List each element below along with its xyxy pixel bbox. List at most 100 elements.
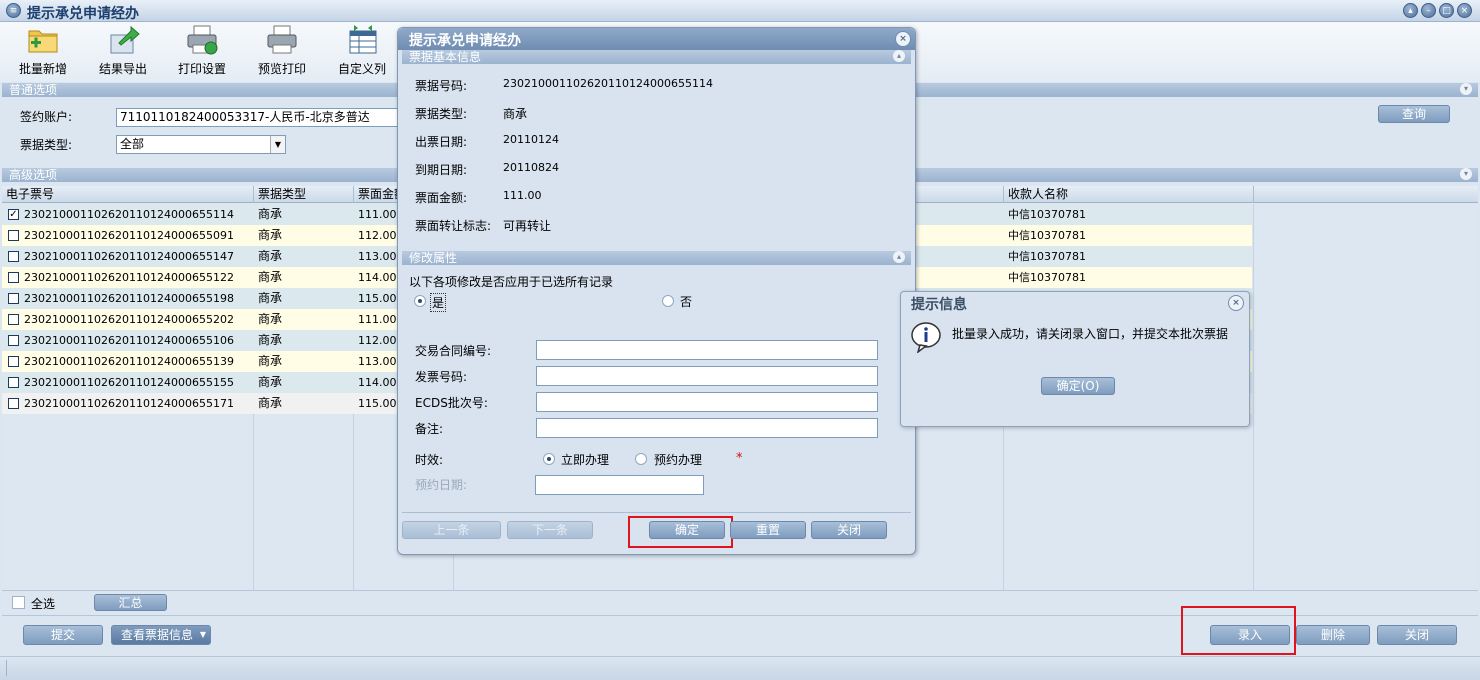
- cell-bill-no: 230210001102620110124000655091: [24, 229, 234, 242]
- print-settings-label: 打印设置: [177, 62, 226, 76]
- row-checkbox[interactable]: [8, 398, 19, 409]
- cell-bill-type: 商承: [258, 354, 283, 368]
- select-all-checkbox[interactable]: [12, 596, 25, 609]
- basic-info-title: 票据基本信息: [409, 50, 482, 64]
- cell-payee: 中信10370781: [1008, 271, 1086, 284]
- account-select[interactable]: 7110110182400053317-人民币-北京多普达: [116, 108, 406, 127]
- select-all-label: 全选: [31, 597, 56, 611]
- apply-no-radio[interactable]: [662, 295, 674, 307]
- cell-bill-type: 商承: [258, 333, 283, 347]
- field-value: 111.00: [503, 189, 542, 202]
- chevron-down-icon[interactable]: ▼: [270, 136, 285, 153]
- close-window-icon[interactable]: ×: [1457, 3, 1472, 18]
- timeliness-label: 时效:: [415, 453, 444, 467]
- field-label: 出票日期:: [415, 135, 468, 149]
- dropdown-arrow-icon: ▼: [199, 630, 206, 639]
- view-bill-info-button[interactable]: 查看票据信息 ▼: [111, 625, 211, 645]
- row-checkbox[interactable]: [8, 230, 19, 241]
- folder-add-icon: [28, 30, 58, 53]
- close-message-icon[interactable]: ×: [1228, 295, 1244, 311]
- row-checkbox[interactable]: [8, 377, 19, 388]
- modify-section[interactable]: 修改属性 ▴: [402, 251, 911, 265]
- view-bill-info-label: 查看票据信息: [121, 628, 194, 642]
- input-label: ECDS批次号:: [415, 396, 488, 410]
- row-checkbox[interactable]: [8, 335, 19, 346]
- apply-yes-radio[interactable]: [414, 295, 426, 307]
- cell-payee: 中信10370781: [1008, 250, 1086, 263]
- cell-bill-no: 230210001102620110124000655114: [24, 208, 234, 221]
- expand-section-icon[interactable]: ▾: [1460, 168, 1472, 180]
- field-value: 20110124: [503, 133, 559, 146]
- apply-yes-label[interactable]: 是: [430, 293, 447, 312]
- maximize-icon[interactable]: □: [1439, 3, 1454, 18]
- scheduled-radio[interactable]: [635, 453, 647, 465]
- submit-button[interactable]: 提交: [23, 625, 103, 645]
- collapse-section-icon[interactable]: ▾: [1460, 83, 1472, 95]
- row-checkbox[interactable]: [8, 293, 19, 304]
- scheduled-label[interactable]: 预约办理: [654, 451, 702, 468]
- cell-bill-no: 230210001102620110124000655198: [24, 292, 234, 305]
- cell-bill-type: 商承: [258, 249, 283, 263]
- export-result-button[interactable]: 结果导出: [88, 22, 158, 80]
- collapse-icon[interactable]: ▴: [1403, 3, 1418, 18]
- text-input[interactable]: [536, 340, 878, 360]
- cell-bill-no: 230210001102620110124000655106: [24, 334, 234, 347]
- reset-button[interactable]: 重置: [730, 521, 806, 539]
- text-input[interactable]: [536, 418, 878, 438]
- cell-bill-no: 230210001102620110124000655147: [24, 250, 234, 263]
- printer-settings-icon: [187, 25, 218, 55]
- column-header-bill-type[interactable]: 票据类型: [254, 186, 354, 203]
- print-settings-button[interactable]: 打印设置: [167, 22, 237, 80]
- apply-no-label[interactable]: 否: [680, 293, 692, 310]
- immediate-radio[interactable]: [543, 453, 555, 465]
- row-checkbox[interactable]: [8, 356, 19, 367]
- message-ok-button[interactable]: 确定(O): [1041, 377, 1115, 395]
- cell-bill-no: 230210001102620110124000655122: [24, 271, 234, 284]
- next-record-button[interactable]: 下一条: [507, 521, 593, 539]
- account-label: 签约账户:: [20, 110, 73, 124]
- field-label: 票据类型:: [415, 107, 468, 121]
- close-dialog-icon[interactable]: ×: [895, 31, 911, 47]
- minimize-icon[interactable]: –: [1421, 3, 1436, 18]
- row-checkbox[interactable]: [8, 272, 19, 283]
- app-menu-icon[interactable]: ≡: [6, 3, 21, 18]
- delete-button[interactable]: 删除: [1296, 625, 1370, 645]
- message-text: 批量录入成功，请关闭录入窗口，并提交本批次票据: [952, 327, 1229, 341]
- immediate-label[interactable]: 立即办理: [561, 451, 609, 468]
- schedule-date-input[interactable]: [535, 475, 704, 495]
- field-value: 商承: [503, 107, 528, 121]
- summary-button[interactable]: 汇总: [94, 594, 167, 611]
- cell-bill-no: 230210001102620110124000655202: [24, 313, 234, 326]
- required-mark: *: [736, 451, 743, 466]
- normal-options-title: 普通选项: [9, 83, 58, 97]
- input-label: 发票号码:: [415, 370, 468, 384]
- column-header-bill-no[interactable]: 电子票号: [2, 186, 254, 203]
- field-label: 到期日期:: [415, 163, 468, 177]
- dialog-title: 提示承兑申请经办: [409, 33, 521, 49]
- row-checkbox[interactable]: [8, 314, 19, 325]
- cell-bill-type: 商承: [258, 228, 283, 242]
- close-dialog-button[interactable]: 关闭: [811, 521, 887, 539]
- collapse-basic-icon[interactable]: ▴: [893, 50, 905, 62]
- field-value: 可再转让: [503, 219, 552, 233]
- row-checkbox[interactable]: [8, 251, 19, 262]
- batch-add-button[interactable]: 批量新增: [8, 22, 78, 80]
- text-input[interactable]: [536, 366, 878, 386]
- bill-type-select[interactable]: 全部 ▼: [116, 135, 286, 154]
- basic-info-section[interactable]: 票据基本信息 ▴: [402, 50, 911, 64]
- field-label: 票据号码:: [415, 79, 468, 93]
- field-label: 票面金额:: [415, 191, 468, 205]
- column-header-payee[interactable]: 收款人名称: [1004, 186, 1254, 203]
- query-button[interactable]: 查询: [1378, 105, 1450, 123]
- row-checkbox[interactable]: ✓: [8, 209, 19, 220]
- print-preview-label: 预览打印: [257, 62, 306, 76]
- text-input[interactable]: [536, 392, 878, 412]
- printer-preview-icon: [267, 25, 297, 54]
- collapse-modify-icon[interactable]: ▴: [893, 251, 905, 263]
- apply-question: 以下各项修改是否应用于已选所有记录: [409, 275, 614, 289]
- export-arrow-icon: [110, 25, 140, 54]
- prev-record-button[interactable]: 上一条: [402, 521, 501, 539]
- close-button[interactable]: 关闭: [1377, 625, 1457, 645]
- custom-columns-button[interactable]: 自定义列: [327, 22, 397, 80]
- print-preview-button[interactable]: 预览打印: [247, 22, 317, 80]
